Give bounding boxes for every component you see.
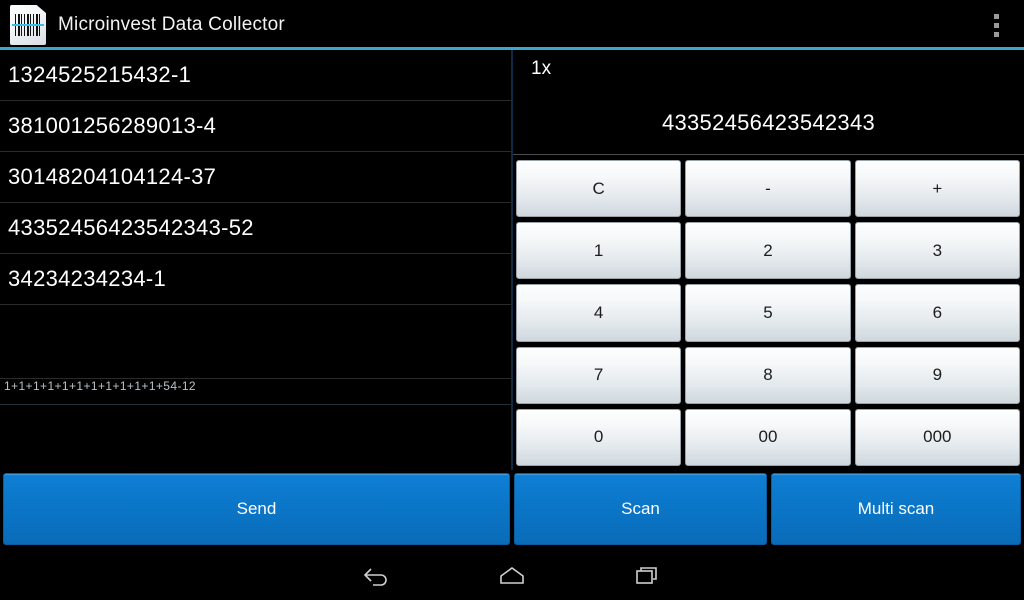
key-0[interactable]: 0 (516, 408, 682, 466)
list-item[interactable]: 1324525215432-1 (0, 50, 511, 101)
page-title: Microinvest Data Collector (58, 14, 285, 35)
bottom-action-bar: Send Scan Multi scan (0, 470, 1024, 550)
android-navigation-bar (0, 550, 1024, 600)
list-empty-space (0, 437, 511, 470)
action-bar: Microinvest Data Collector (0, 0, 1024, 50)
key-7[interactable]: 7 (516, 346, 682, 404)
expression-row[interactable]: 1+1+1+1+1+1+1+1+1+1+1+54-12 (0, 379, 511, 405)
multi-scan-button[interactable]: Multi scan (771, 473, 1021, 545)
scan-button[interactable]: Scan (514, 473, 767, 545)
key-00[interactable]: 00 (685, 408, 851, 466)
send-button[interactable]: Send (3, 473, 510, 545)
key-plus[interactable]: + (854, 160, 1020, 218)
key-9[interactable]: 9 (854, 346, 1020, 404)
key-8[interactable]: 8 (685, 346, 851, 404)
key-3[interactable]: 3 (854, 222, 1020, 280)
app-window: Microinvest Data Collector 1324525215432… (0, 0, 1024, 600)
scanned-items-panel: 1324525215432-1 381001256289013-4 30148204… (0, 50, 513, 470)
content-area: 1324525215432-1 381001256289013-4 30148204… (0, 50, 1024, 470)
overflow-dot-2 (993, 22, 999, 28)
icon-scan-line (12, 24, 44, 26)
key-minus[interactable]: - (685, 160, 851, 218)
numeric-keypad: C - +1 2 3 4 5 6 7 8 9 0 00 000 (513, 155, 1024, 470)
calculator-display[interactable]: 1x 43352456423542343 (513, 50, 1024, 155)
recents-icon[interactable] (626, 557, 670, 593)
overflow-menu-button[interactable] (976, 3, 1016, 47)
list-item[interactable]: 43352456423542343-52 (0, 203, 511, 254)
overflow-dot-3 (993, 31, 999, 37)
overflow-dot-1 (993, 13, 999, 19)
key-clear[interactable]: C (516, 160, 682, 218)
key-5[interactable]: 5 (685, 284, 851, 342)
display-value: 43352456423542343 (661, 110, 876, 135)
quantity-multiplier: 1x (531, 58, 552, 79)
list-item[interactable]: 30148204104124-37 (0, 152, 511, 203)
key-4[interactable]: 4 (516, 284, 682, 342)
home-icon[interactable] (490, 557, 534, 593)
key-2[interactable]: 2 (685, 222, 851, 280)
list-item[interactable]: 381001256289013-4 (0, 101, 511, 152)
list-item[interactable] (0, 305, 511, 379)
key-000[interactable]: 000 (854, 408, 1020, 466)
key-1[interactable]: 1 (516, 222, 682, 280)
keypad-panel: 1x 43352456423542343 C - +1 2 3 4 5 6 7 8 9 0 00 000 (513, 50, 1024, 470)
scanned-items-list[interactable]: 1324525215432-1 381001256289013-4 30148204… (0, 50, 511, 438)
list-item[interactable]: 34234234234-1 (0, 254, 511, 305)
barcode-document-icon (10, 5, 46, 45)
back-icon[interactable] (354, 557, 398, 593)
key-6[interactable]: 6 (854, 284, 1020, 342)
